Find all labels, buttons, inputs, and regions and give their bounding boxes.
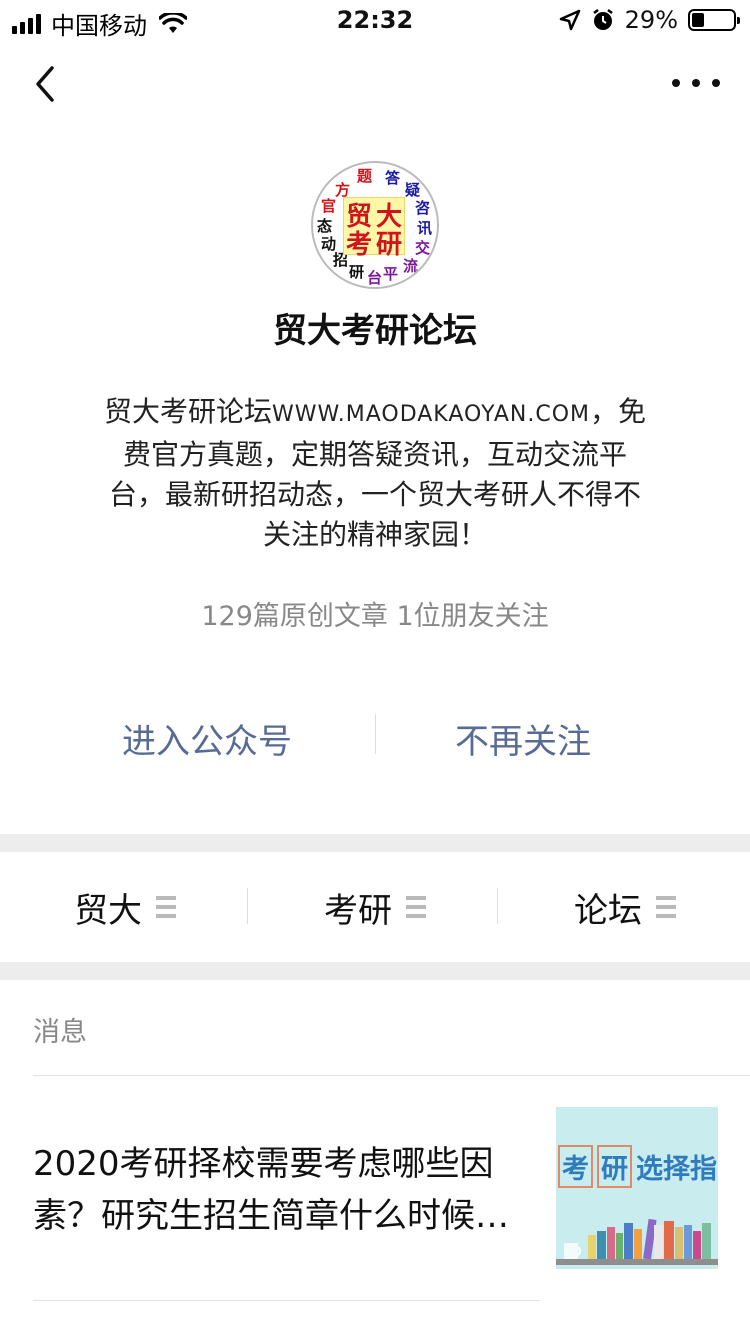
logo-ring-char: 平 xyxy=(383,265,399,283)
menu-divider xyxy=(497,888,498,924)
chevron-left-icon xyxy=(36,66,54,102)
menu-item-label: 贸大 xyxy=(74,890,142,931)
back-button[interactable] xyxy=(30,62,70,106)
menu-lines-icon xyxy=(406,896,426,918)
logo-ring-char: 讯 xyxy=(417,219,433,237)
battery-icon xyxy=(688,9,740,31)
section-gap xyxy=(0,834,750,852)
logo-ring-char: 题 xyxy=(357,167,373,185)
account-menu-bar: 贸大 考研 论坛 xyxy=(0,852,750,962)
logo-ring-char: 研 xyxy=(349,263,365,281)
action-row: 进入公众号 不再关注 xyxy=(0,704,750,768)
logo-ring-char: 台 xyxy=(367,269,383,287)
article-title: 2020考研择校需要考虑哪些因素？研究生招生简章什么时候… xyxy=(33,1144,509,1236)
divider xyxy=(33,1300,540,1301)
section-gap xyxy=(0,962,750,980)
logo-core-char: 研 xyxy=(376,230,403,260)
logo-ring-char: 答 xyxy=(385,169,401,187)
action-divider xyxy=(375,714,376,754)
description-url: WWW.MAODAKAOYAN.COM xyxy=(272,402,590,427)
menu-item-maoda[interactable]: 贸大 xyxy=(0,852,250,962)
article-thumbnail: 考研选择指 xyxy=(556,1107,718,1269)
alarm-clock-icon xyxy=(592,9,613,30)
status-bar: 中国移动 22:32 29% xyxy=(0,0,750,40)
more-dot xyxy=(672,79,680,87)
more-dot xyxy=(712,79,720,87)
account-name: 贸大考研论坛 xyxy=(273,311,477,351)
menu-divider xyxy=(247,888,248,924)
enter-account-button[interactable]: 进入公众号 xyxy=(122,714,292,763)
logo-ring-char: 动 xyxy=(321,235,337,253)
account-stats: 129篇原创文章 1位朋友关注 xyxy=(201,601,549,632)
menu-lines-icon xyxy=(156,896,176,918)
more-dot xyxy=(692,79,700,87)
article-item[interactable]: 2020考研择校需要考虑哪些因素？研究生招生简章什么时候… 考研选择指 xyxy=(0,1076,750,1300)
menu-item-label: 论坛 xyxy=(574,890,642,931)
logo-core: 贸 大 考 研 xyxy=(343,197,405,260)
more-options-button[interactable] xyxy=(672,70,720,96)
logo-ring-char: 流 xyxy=(403,257,419,275)
logo-ring-char: 官 xyxy=(321,197,337,215)
menu-item-label: 考研 xyxy=(324,890,392,931)
bookshelf-illustration xyxy=(556,1218,718,1265)
logo-core-char: 考 xyxy=(346,230,373,260)
account-description: 贸大考研论坛WWW.MAODAKAOYAN.COM，免费官方真题，定期答疑资讯，… xyxy=(100,392,650,555)
description-lead: 贸大考研论坛 xyxy=(103,395,272,428)
menu-lines-icon xyxy=(656,896,676,918)
logo-ring-char: 咨 xyxy=(415,199,431,217)
battery-percent: 29% xyxy=(624,6,678,34)
account-avatar: 方 题 答 疑 咨 讯 交 流 平 台 研 招 动 态 官 真 贸 大 考 研 xyxy=(311,161,439,289)
location-arrow-icon xyxy=(559,9,580,31)
menu-item-kaoyan[interactable]: 考研 xyxy=(250,852,500,962)
menu-item-luntan[interactable]: 论坛 xyxy=(500,852,750,962)
logo-ring-char: 态 xyxy=(317,217,333,235)
unfollow-button[interactable]: 不再关注 xyxy=(455,714,591,763)
battery-level-fill xyxy=(692,13,704,27)
messages-header: 消息 xyxy=(33,1017,87,1048)
